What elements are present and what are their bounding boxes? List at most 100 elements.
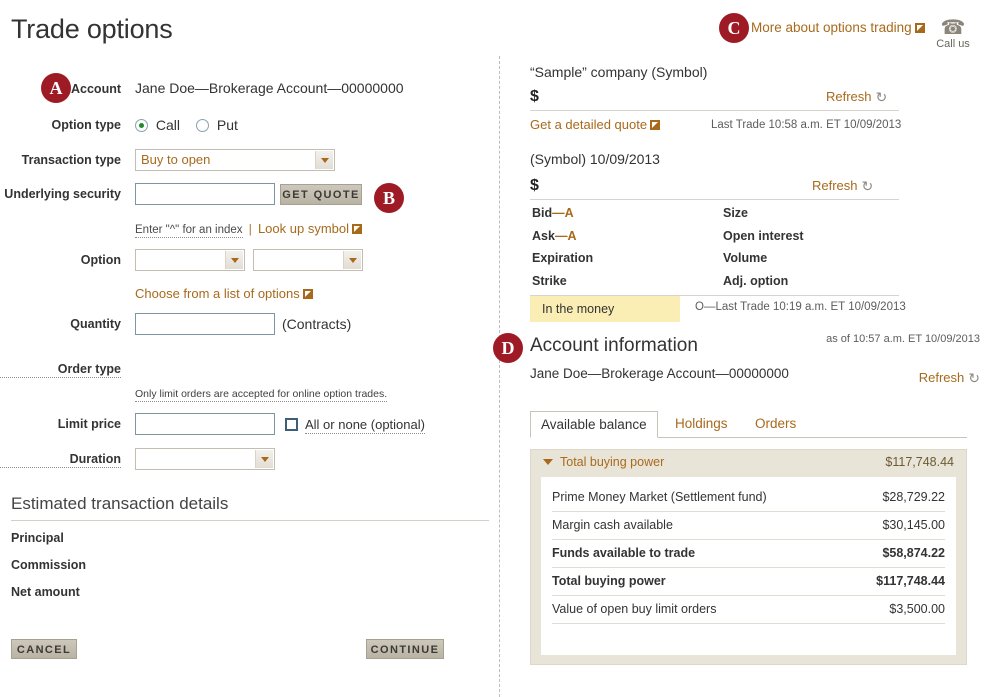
refresh-icon[interactable]: ↻ bbox=[968, 370, 980, 387]
option-field-volume: Volume bbox=[723, 251, 768, 265]
account-value: Jane Doe—Brokerage Account—00000000 bbox=[135, 80, 404, 96]
underlying-security-label: Underlying security bbox=[4, 187, 121, 201]
stock-refresh-link[interactable]: Refresh bbox=[826, 89, 872, 104]
continue-button[interactable]: CONTINUE bbox=[366, 639, 444, 659]
radio-put-icon[interactable] bbox=[196, 119, 209, 132]
chevron-down-icon[interactable] bbox=[255, 450, 273, 468]
option-type-put-radio[interactable]: Put bbox=[196, 117, 238, 133]
option-refresh-label: Refresh bbox=[812, 178, 858, 193]
balance-row-label: Value of open buy limit orders bbox=[552, 602, 717, 616]
quantity-input[interactable] bbox=[135, 313, 275, 335]
duration-select[interactable] bbox=[135, 448, 275, 470]
total-buying-power-header[interactable]: Total buying power $117,748.44 bbox=[531, 450, 966, 475]
external-link-icon bbox=[352, 224, 363, 234]
caret-down-icon[interactable] bbox=[543, 459, 553, 465]
estimated-details-title: Estimated transaction details bbox=[11, 494, 229, 513]
stock-quote-title: “Sample” company (Symbol) bbox=[530, 64, 708, 80]
available-balance-panel: Total buying power $117,748.44 Prime Mon… bbox=[530, 449, 967, 665]
option-strike-select[interactable] bbox=[253, 249, 363, 271]
detailed-quote-link[interactable]: Get a detailed quote bbox=[530, 117, 647, 132]
tab-available-balance[interactable]: Available balance bbox=[530, 411, 658, 438]
option-quote-refresh[interactable]: Refresh ↻ bbox=[812, 178, 873, 195]
tab-orders[interactable]: Orders bbox=[749, 411, 802, 438]
balance-row: Margin cash available $30,145.00 bbox=[552, 512, 945, 540]
more-about-options-label: More about options trading bbox=[751, 20, 912, 35]
cancel-button[interactable]: CANCEL bbox=[11, 639, 77, 659]
hint-separator: | bbox=[248, 224, 252, 236]
call-us-label: Call us bbox=[936, 38, 970, 50]
option-field-expiration: Expiration bbox=[532, 251, 594, 265]
estimated-details-divider bbox=[11, 520, 489, 521]
order-type-note: Only limit orders are accepted for onlin… bbox=[135, 388, 388, 402]
footnote-marker: —A bbox=[552, 206, 574, 220]
limit-price-input[interactable] bbox=[135, 413, 275, 435]
option-field-ask: Ask—A bbox=[532, 229, 577, 243]
get-quote-button[interactable]: GET QUOTE bbox=[280, 184, 362, 205]
option-quote-title: (Symbol) 10/09/2013 bbox=[530, 151, 660, 167]
limit-price-label: Limit price bbox=[57, 417, 121, 431]
balance-row-value: $58,874.22 bbox=[882, 546, 945, 560]
index-hint-row: Enter "^" for an index | Look up symbol bbox=[135, 221, 363, 238]
balance-row-label: Prime Money Market (Settlement fund) bbox=[552, 490, 767, 504]
all-or-none-label: All or none (optional) bbox=[305, 417, 425, 434]
transaction-type-value: Buy to open bbox=[141, 152, 211, 167]
option-type-put-label: Put bbox=[216, 117, 238, 133]
all-or-none-checkbox[interactable] bbox=[285, 418, 298, 431]
more-about-options-link[interactable]: More about options trading bbox=[751, 20, 912, 35]
external-link-icon bbox=[914, 23, 925, 33]
duration-label[interactable]: Duration bbox=[0, 452, 121, 468]
option-field-bid: Bid—A bbox=[532, 206, 574, 220]
stock-quote-refresh[interactable]: Refresh ↻ bbox=[826, 89, 887, 106]
option-refresh-link[interactable]: Refresh bbox=[812, 178, 858, 193]
choose-from-list-label: Choose from a list of options bbox=[135, 286, 300, 301]
option-month-select[interactable] bbox=[135, 249, 245, 271]
call-us-button[interactable]: ☎ Call us bbox=[925, 18, 981, 50]
refresh-icon[interactable]: ↻ bbox=[876, 89, 888, 106]
in-the-money-badge: In the money bbox=[530, 296, 680, 322]
refresh-icon[interactable]: ↻ bbox=[862, 178, 874, 195]
account-refresh[interactable]: Refresh ↻ bbox=[919, 370, 980, 387]
total-buying-power-label: Total buying power bbox=[560, 455, 665, 469]
external-link-icon bbox=[302, 289, 313, 299]
account-refresh-link[interactable]: Refresh bbox=[919, 370, 965, 385]
trade-options-page: Trade options A Account Jane Doe—Brokera… bbox=[0, 0, 997, 697]
detailed-quote-row: Get a detailed quote bbox=[530, 117, 661, 132]
phone-icon: ☎ bbox=[940, 17, 966, 39]
chevron-down-icon[interactable] bbox=[225, 251, 243, 269]
account-tabs: Available balance Holdings Orders bbox=[530, 411, 967, 438]
callout-badge-d: D bbox=[493, 333, 523, 363]
callout-badge-b: B bbox=[374, 183, 404, 213]
stock-quote-price: $ bbox=[530, 88, 539, 105]
transaction-type-select[interactable]: Buy to open bbox=[135, 149, 335, 171]
option-field-size: Size bbox=[723, 206, 749, 220]
balance-row: Value of open buy limit orders $3,500.00 bbox=[552, 596, 945, 624]
chevron-down-icon[interactable] bbox=[315, 151, 333, 169]
account-refresh-label: Refresh bbox=[918, 370, 965, 385]
choose-from-list-link[interactable]: Choose from a list of options bbox=[135, 286, 300, 301]
option-type-call-label: Call bbox=[155, 117, 181, 133]
balance-row: Total buying power $117,748.44 bbox=[552, 568, 945, 596]
stock-quote-divider bbox=[530, 110, 899, 111]
quantity-label: Quantity bbox=[70, 317, 121, 331]
tab-holdings[interactable]: Holdings bbox=[669, 411, 734, 438]
option-field-adj-option: Adj. option bbox=[723, 274, 789, 288]
estimated-row-principal: Principal bbox=[11, 531, 64, 545]
callout-badge-a: A bbox=[41, 73, 71, 103]
option-quote-price: $ bbox=[530, 177, 539, 194]
choose-from-list-row: Choose from a list of options bbox=[135, 286, 313, 301]
total-buying-power-value: $117,748.44 bbox=[885, 455, 954, 469]
option-last-trade: O—Last Trade 10:19 a.m. ET 10/09/2013 bbox=[695, 301, 906, 313]
balance-row-value: $30,145.00 bbox=[882, 518, 945, 532]
quote-and-account-column: C More about options trading ☎ Call us “… bbox=[493, 0, 997, 697]
chevron-down-icon[interactable] bbox=[343, 251, 361, 269]
index-hint-text: Enter "^" for an index bbox=[135, 224, 243, 238]
underlying-security-input[interactable] bbox=[135, 183, 275, 205]
lookup-symbol-link[interactable]: Look up symbol bbox=[258, 221, 349, 236]
option-type-call-radio[interactable]: Call bbox=[135, 117, 180, 133]
order-type-label[interactable]: Order type bbox=[0, 362, 121, 378]
external-link-icon bbox=[650, 120, 661, 130]
option-field-strike: Strike bbox=[532, 274, 567, 288]
balance-row-label: Total buying power bbox=[552, 574, 666, 588]
stock-refresh-label: Refresh bbox=[826, 89, 872, 104]
radio-call-icon[interactable] bbox=[135, 119, 148, 132]
